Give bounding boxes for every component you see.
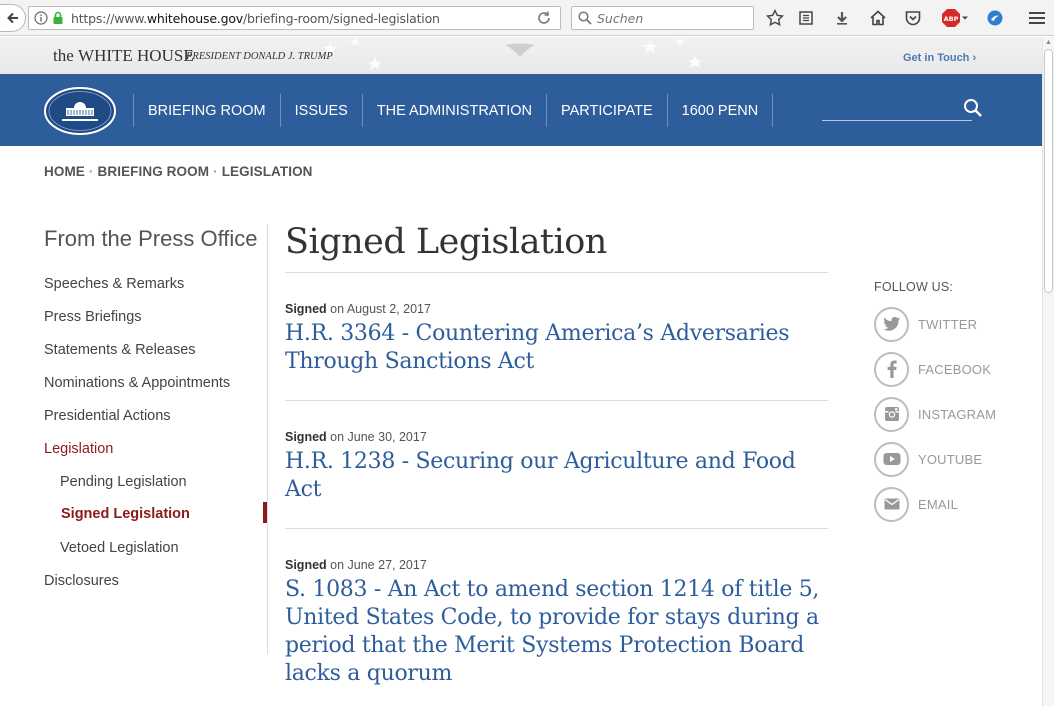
main-navigation: BRIEFING ROOM ISSUES THE ADMINISTRATION … (0, 74, 1042, 146)
title-divider (285, 272, 828, 273)
site-brand-subtitle: PRESIDENT DONALD J. TRUMP (186, 51, 333, 62)
sidebar-heading: From the Press Office (44, 226, 258, 251)
browser-search-input[interactable] (597, 10, 747, 26)
breadcrumb-home[interactable]: HOME (44, 164, 85, 179)
download-icon[interactable] (832, 8, 852, 28)
entry-meta: Signed on June 27, 2017 (285, 558, 427, 572)
extension-icon[interactable] (985, 8, 1005, 28)
social-link-email[interactable]: EMAIL (874, 486, 958, 522)
entry-divider (285, 528, 828, 529)
browser-search-bar[interactable] (571, 6, 754, 30)
sidebar-item-presidential-actions[interactable]: Presidential Actions (44, 408, 171, 424)
reading-list-icon[interactable] (796, 8, 816, 28)
sidebar-item-signed-legislation[interactable]: Signed Legislation (61, 506, 190, 522)
nav-item-briefing-room[interactable]: BRIEFING ROOM (133, 94, 280, 127)
current-page-marker (263, 502, 267, 523)
instagram-icon (874, 396, 909, 432)
nav-item-issues[interactable]: ISSUES (279, 94, 362, 127)
social-link-twitter[interactable]: TWITTER (874, 306, 977, 342)
home-icon[interactable] (868, 8, 888, 28)
lock-icon (53, 11, 63, 24)
site-brand-title[interactable]: the WHITE HOUSE (53, 46, 194, 66)
page-scrollbar[interactable]: ▲ (1042, 37, 1054, 706)
sidebar-item-pending-legislation[interactable]: Pending Legislation (60, 474, 187, 490)
entry-divider (285, 400, 828, 401)
facebook-icon (874, 351, 909, 387)
breadcrumb-separator: · (213, 164, 218, 179)
back-arrow-icon (6, 12, 18, 24)
sidebar-item-legislation[interactable]: Legislation (44, 441, 113, 457)
get-in-touch-link[interactable]: Get in Touch › (903, 52, 976, 64)
scroll-thumb[interactable] (1044, 49, 1053, 293)
search-icon (578, 11, 592, 25)
white-house-seal-icon[interactable] (44, 87, 116, 135)
breadcrumb-legislation[interactable]: LEGISLATION (222, 164, 313, 179)
adblock-icon[interactable]: ABP (940, 8, 970, 28)
entry-meta: Signed on August 2, 2017 (285, 302, 431, 316)
svg-text:ABP: ABP (944, 15, 959, 23)
youtube-icon (874, 441, 909, 477)
sidebar-item-nominations-appointments[interactable]: Nominations & Appointments (44, 375, 230, 391)
nav-item-1600-penn[interactable]: 1600 PENN (666, 94, 774, 127)
stars-decoration-icon (323, 37, 702, 70)
reload-icon[interactable] (536, 10, 552, 26)
social-link-youtube[interactable]: YOUTUBE (874, 441, 982, 477)
twitter-icon (874, 306, 909, 342)
legislation-link[interactable]: H.R. 1238 - Securing our Agriculture and… (285, 448, 830, 504)
nav-item-participate[interactable]: PARTICIPATE (546, 94, 667, 127)
sidebar-item-press-briefings[interactable]: Press Briefings (44, 309, 142, 325)
info-icon[interactable] (34, 11, 48, 25)
legislation-link[interactable]: H.R. 3364 - Countering America’s Adversa… (285, 320, 830, 376)
legislation-link[interactable]: S. 1083 - An Act to amend section 1214 o… (285, 576, 830, 688)
site-search-input[interactable] (822, 120, 972, 121)
browser-toolbar: https://www.whitehouse.gov/briefing-room… (0, 0, 1054, 36)
follow-us-label: FOLLOW US: (874, 280, 954, 294)
email-icon (874, 486, 909, 522)
page-title: Signed Legislation (285, 222, 607, 262)
breadcrumb-separator: · (88, 164, 94, 179)
url-text[interactable]: https://www.whitehouse.gov/briefing-room… (71, 11, 536, 26)
social-link-instagram[interactable]: INSTAGRAM (874, 396, 996, 432)
menu-icon[interactable] (1027, 8, 1047, 28)
sidebar-item-statements-releases[interactable]: Statements & Releases (44, 342, 196, 358)
url-bar[interactable]: https://www.whitehouse.gov/briefing-room… (28, 6, 561, 30)
site-top-strip: the WHITE HOUSE PRESIDENT DONALD J. TRUM… (0, 37, 1042, 74)
breadcrumb: HOME · BRIEFING ROOM · LEGISLATION (44, 164, 313, 179)
social-link-facebook[interactable]: FACEBOOK (874, 351, 991, 387)
sidebar-item-speeches-remarks[interactable]: Speeches & Remarks (44, 276, 184, 292)
breadcrumb-briefing-room[interactable]: BRIEFING ROOM (98, 164, 210, 179)
scroll-up-arrow-icon[interactable]: ▲ (1045, 39, 1052, 46)
back-button[interactable] (0, 4, 26, 32)
sidebar-divider (267, 224, 268, 654)
pocket-icon[interactable] (903, 8, 923, 28)
site-search-icon[interactable] (963, 98, 983, 118)
bookmark-star-icon[interactable] (765, 8, 785, 28)
nav-menu: BRIEFING ROOM ISSUES THE ADMINISTRATION … (133, 94, 774, 127)
sidebar-item-vetoed-legislation[interactable]: Vetoed Legislation (60, 540, 179, 556)
sidebar-item-disclosures[interactable]: Disclosures (44, 573, 119, 589)
nav-item-the-administration[interactable]: THE ADMINISTRATION (361, 94, 546, 127)
entry-meta: Signed on June 30, 2017 (285, 430, 427, 444)
